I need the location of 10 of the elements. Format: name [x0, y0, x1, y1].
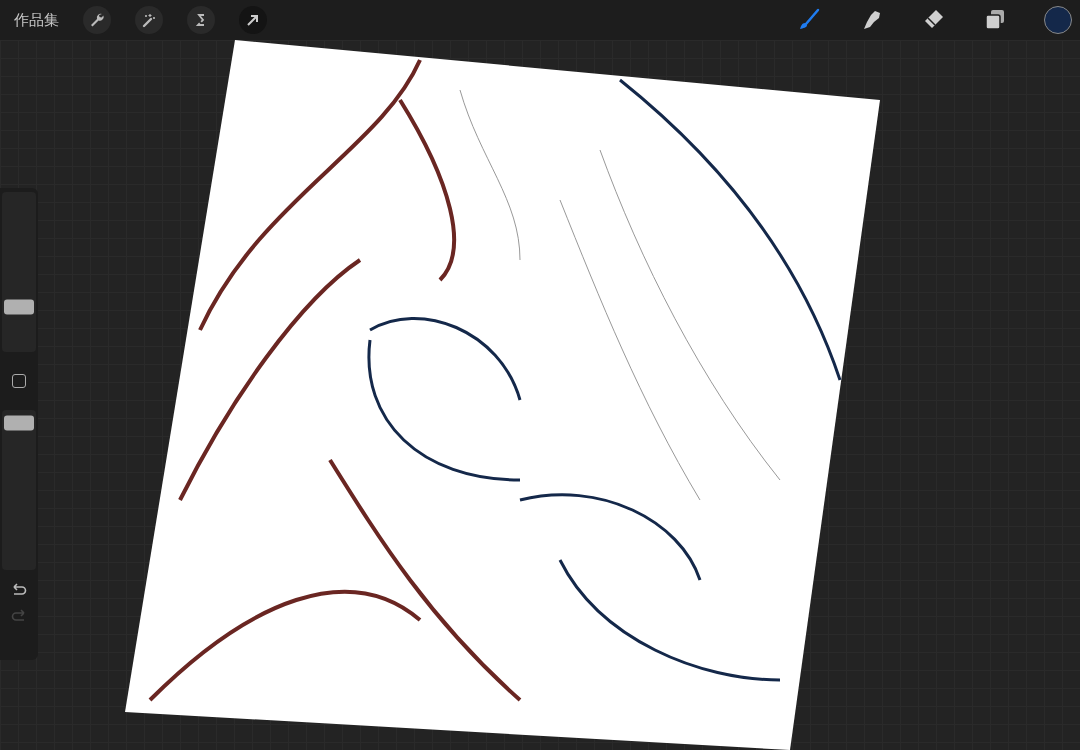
gallery-button[interactable]: 作品集	[14, 10, 59, 30]
slider-thumb[interactable]	[4, 299, 34, 315]
magic-wand-icon[interactable]	[135, 6, 163, 34]
wrench-icon[interactable]	[83, 6, 111, 34]
slider-thumb[interactable]	[4, 415, 34, 431]
undo-icon[interactable]	[10, 582, 28, 596]
color-swatch[interactable]	[1044, 6, 1072, 34]
opacity-slider[interactable]	[2, 410, 36, 570]
brush-size-slider[interactable]	[2, 192, 36, 352]
modify-button-icon[interactable]	[12, 374, 26, 388]
